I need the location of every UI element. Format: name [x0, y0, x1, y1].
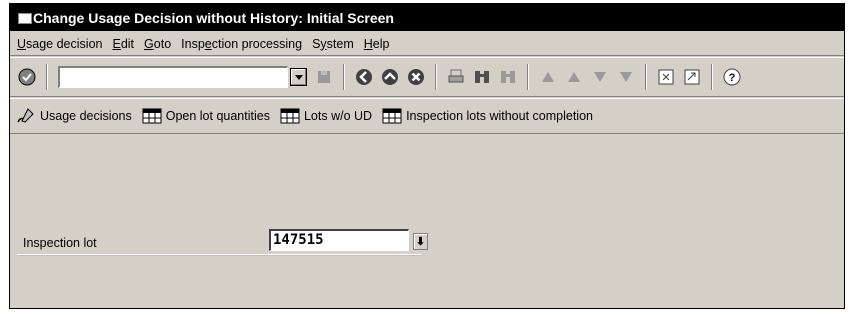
- find-icon[interactable]: [471, 66, 493, 88]
- signature-icon: [17, 108, 34, 123]
- menu-inspection-processing[interactable]: Inspection processing: [176, 37, 307, 51]
- toolbar-separator: [343, 64, 345, 90]
- svg-text:?: ?: [729, 72, 736, 84]
- menu-edit[interactable]: Edit: [107, 37, 139, 51]
- inspection-lots-without-completion-button[interactable]: Inspection lots without completion: [382, 107, 593, 125]
- toolbar-separator: [46, 64, 48, 90]
- window-icon[interactable]: [16, 12, 32, 24]
- find-next-icon[interactable]: [497, 66, 519, 88]
- menu-goto[interactable]: Goto: [139, 37, 176, 51]
- usage-decisions-button[interactable]: Usage decisions: [16, 107, 132, 125]
- exit-icon[interactable]: [379, 66, 401, 88]
- last-page-icon[interactable]: [615, 66, 637, 88]
- application-toolbar: Usage decisions Open lot quantities Lots…: [10, 98, 844, 134]
- table-icon: [280, 108, 300, 124]
- cancel-icon[interactable]: [405, 66, 427, 88]
- inspection-lot-row: Inspection lot 147515 ⬇: [17, 227, 428, 255]
- previous-page-icon[interactable]: [563, 66, 585, 88]
- next-page-icon[interactable]: [589, 66, 611, 88]
- menu-help[interactable]: Help: [359, 37, 395, 51]
- enter-checkmark-icon[interactable]: [16, 66, 38, 88]
- menu-usage-decision[interactable]: Usage decision: [12, 37, 107, 51]
- toolbar-separator: [435, 64, 437, 90]
- help-icon[interactable]: ?: [721, 66, 743, 88]
- lots-without-ud-button[interactable]: Lots w/o UD: [280, 107, 372, 125]
- possible-entries-icon[interactable]: ⬇: [413, 233, 428, 250]
- standard-toolbar: ?: [10, 57, 844, 97]
- command-field[interactable]: [58, 66, 288, 88]
- command-history-dropdown[interactable]: [290, 68, 307, 86]
- print-icon[interactable]: [445, 66, 467, 88]
- toolbar-separator: [711, 64, 713, 90]
- main-content: Inspection lot 147515 ⬇: [10, 147, 844, 308]
- back-icon[interactable]: [353, 66, 375, 88]
- sap-window: Change Usage Decision without History: I…: [9, 3, 845, 309]
- shortcut-icon[interactable]: [681, 66, 703, 88]
- table-icon: [142, 108, 162, 124]
- inspection-lot-input[interactable]: 147515: [269, 229, 409, 251]
- toolbar-separator: [527, 64, 529, 90]
- create-session-icon[interactable]: [655, 66, 677, 88]
- menu-bar: Usage decision Edit Goto Inspection proc…: [10, 32, 844, 56]
- first-page-icon[interactable]: [537, 66, 559, 88]
- title-bar: Change Usage Decision without History: I…: [10, 4, 844, 31]
- menu-system[interactable]: System: [307, 37, 359, 51]
- window-title: Change Usage Decision without History: I…: [33, 9, 394, 26]
- open-lot-quantities-button[interactable]: Open lot quantities: [142, 107, 270, 125]
- toolbar-separator: [645, 64, 647, 90]
- table-icon: [382, 108, 402, 124]
- inspection-lot-label: Inspection lot: [23, 236, 97, 250]
- save-icon[interactable]: [313, 66, 335, 88]
